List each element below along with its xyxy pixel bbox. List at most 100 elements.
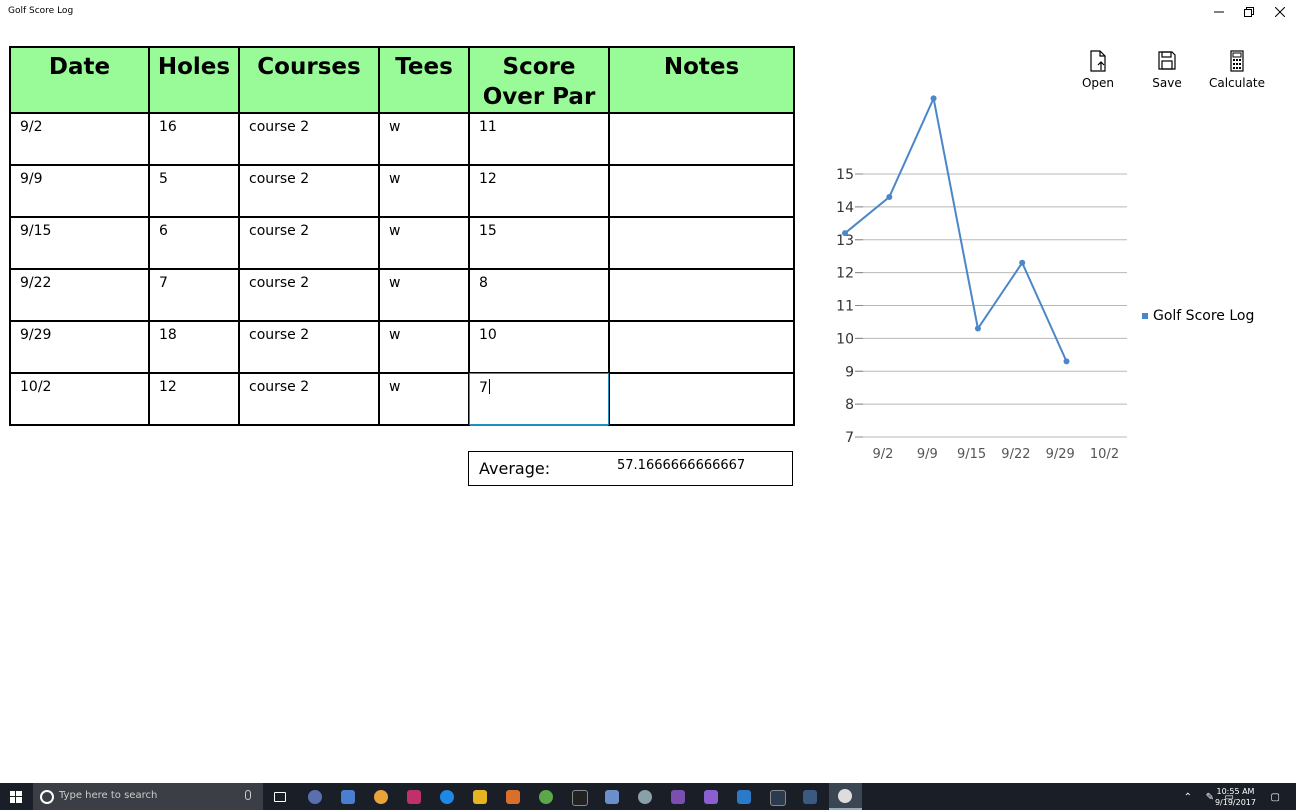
header-notes: Notes xyxy=(608,46,795,114)
app-icon-1[interactable] xyxy=(308,790,322,804)
header-courses: Courses xyxy=(238,46,380,114)
tees-cell[interactable]: w xyxy=(378,372,470,426)
pen-icon[interactable]: ✎ xyxy=(1206,792,1214,803)
notes-cell[interactable] xyxy=(608,164,795,218)
notes-cell[interactable] xyxy=(608,372,795,426)
calculate-label: Calculate xyxy=(1208,76,1266,90)
notes-cell[interactable] xyxy=(608,320,795,374)
score-cell[interactable]: 8 xyxy=(468,268,610,322)
data-point xyxy=(842,230,848,237)
calculator-icon xyxy=(1230,50,1244,72)
android-studio-icon[interactable] xyxy=(539,790,553,804)
score-cell[interactable]: 11 xyxy=(468,112,610,166)
mail-icon[interactable] xyxy=(341,790,355,804)
microphone-icon[interactable] xyxy=(245,790,251,800)
table-row: 9/2 16 course 2 w 11 xyxy=(9,112,795,166)
holes-cell[interactable]: 6 xyxy=(148,216,240,270)
terminal-icon[interactable] xyxy=(572,790,588,806)
data-point xyxy=(1063,358,1070,365)
holes-cell[interactable]: 7 xyxy=(148,268,240,322)
notes-cell[interactable] xyxy=(608,112,795,166)
visual-studio-icon[interactable] xyxy=(671,790,685,804)
minimize-icon xyxy=(1214,11,1224,13)
golf-score-log-taskbar-button[interactable] xyxy=(829,783,862,810)
holes-cell[interactable]: 16 xyxy=(148,112,240,166)
visual-studio-2-icon[interactable] xyxy=(704,790,718,804)
steam-icon[interactable] xyxy=(803,790,817,804)
date-cell[interactable]: 9/22 xyxy=(9,268,150,322)
table-row: 9/15 6 course 2 w 15 xyxy=(9,216,795,270)
table-row: 9/22 7 course 2 w 8 xyxy=(9,268,795,322)
course-cell[interactable]: course 2 xyxy=(238,372,380,426)
header-score-over-par: Score Over Par xyxy=(468,46,610,114)
holes-cell[interactable]: 12 xyxy=(148,372,240,426)
score-cell[interactable]: 10 xyxy=(468,320,610,374)
x-tick-label: 9/22 xyxy=(1001,447,1030,462)
average-label: Average: xyxy=(479,459,551,478)
taskbar-search[interactable]: Type here to search xyxy=(33,783,263,810)
restore-button[interactable] xyxy=(1233,0,1265,24)
tees-cell[interactable]: w xyxy=(378,216,470,270)
app-icon-15[interactable] xyxy=(770,790,786,806)
date-cell[interactable]: 9/29 xyxy=(9,320,150,374)
start-button[interactable] xyxy=(0,783,32,810)
x-tick-label: 9/9 xyxy=(917,447,938,462)
minimize-button[interactable] xyxy=(1203,0,1235,24)
tees-cell[interactable]: w xyxy=(378,268,470,322)
holes-cell[interactable]: 5 xyxy=(148,164,240,218)
y-tick-label: 9 xyxy=(845,364,854,380)
holes-cell[interactable]: 18 xyxy=(148,320,240,374)
title-bar: Golf Score Log xyxy=(0,0,1296,24)
date-cell[interactable]: 9/15 xyxy=(9,216,150,270)
score-cell-editing[interactable]: 7 xyxy=(468,372,610,426)
score-cell[interactable]: 12 xyxy=(468,164,610,218)
score-cell[interactable]: 15 xyxy=(468,216,610,270)
x-tick-label: 9/2 xyxy=(873,447,894,462)
chrome-icon[interactable] xyxy=(374,790,388,804)
tees-cell[interactable]: w xyxy=(378,320,470,374)
table-row: 9/29 18 course 2 w 10 xyxy=(9,320,795,374)
header-holes: Holes xyxy=(148,46,240,114)
score-cell-text: 7 xyxy=(479,380,488,396)
edge-icon[interactable] xyxy=(440,790,454,804)
data-point xyxy=(1019,259,1026,266)
close-icon xyxy=(1275,7,1285,17)
notes-cell[interactable] xyxy=(608,268,795,322)
open-file-icon xyxy=(1090,50,1106,72)
legend-swatch xyxy=(1142,313,1148,319)
app-icon-7[interactable] xyxy=(506,790,520,804)
save-button[interactable]: Save xyxy=(1137,50,1197,90)
tees-cell[interactable]: w xyxy=(378,164,470,218)
average-value: 57.1666666666667 xyxy=(617,458,746,473)
date-cell[interactable]: 10/2 xyxy=(9,372,150,426)
file-explorer-icon[interactable] xyxy=(473,790,487,804)
open-button[interactable]: Open xyxy=(1068,50,1128,90)
course-cell[interactable]: course 2 xyxy=(238,216,380,270)
course-cell[interactable]: course 2 xyxy=(238,268,380,322)
action-center-icon[interactable]: ▢ xyxy=(1271,792,1280,803)
taskbar: Type here to search ⌃ ✎ ▭ 10:55 AM 9/19/… xyxy=(0,783,1296,810)
average-box: Average: 57.1666666666667 xyxy=(468,451,793,486)
clock[interactable]: 10:55 AM 9/19/2017 xyxy=(1215,786,1256,808)
header-date: Date xyxy=(9,46,150,114)
header-row: Date Holes Courses Tees Score Over Par N… xyxy=(9,46,795,114)
calculate-button[interactable]: Calculate xyxy=(1207,50,1267,90)
y-tick-label: 15 xyxy=(836,167,854,183)
course-cell[interactable]: course 2 xyxy=(238,164,380,218)
app-icon-4[interactable] xyxy=(407,790,421,804)
chart-legend: Golf Score Log xyxy=(1142,308,1254,324)
course-cell[interactable]: course 2 xyxy=(238,112,380,166)
app-icon-11[interactable] xyxy=(638,790,652,804)
chevron-up-icon[interactable]: ⌃ xyxy=(1184,792,1192,803)
date-cell[interactable]: 9/2 xyxy=(9,112,150,166)
save-icon xyxy=(1158,51,1176,70)
close-button[interactable] xyxy=(1264,0,1296,24)
notes-cell[interactable] xyxy=(608,216,795,270)
tees-cell[interactable]: w xyxy=(378,112,470,166)
course-cell[interactable]: course 2 xyxy=(238,320,380,374)
vscode-icon[interactable] xyxy=(737,790,751,804)
app-icon-10[interactable] xyxy=(605,790,619,804)
date-cell[interactable]: 9/9 xyxy=(9,164,150,218)
x-tick-label: 9/15 xyxy=(957,447,986,462)
task-view-icon[interactable] xyxy=(274,792,286,802)
